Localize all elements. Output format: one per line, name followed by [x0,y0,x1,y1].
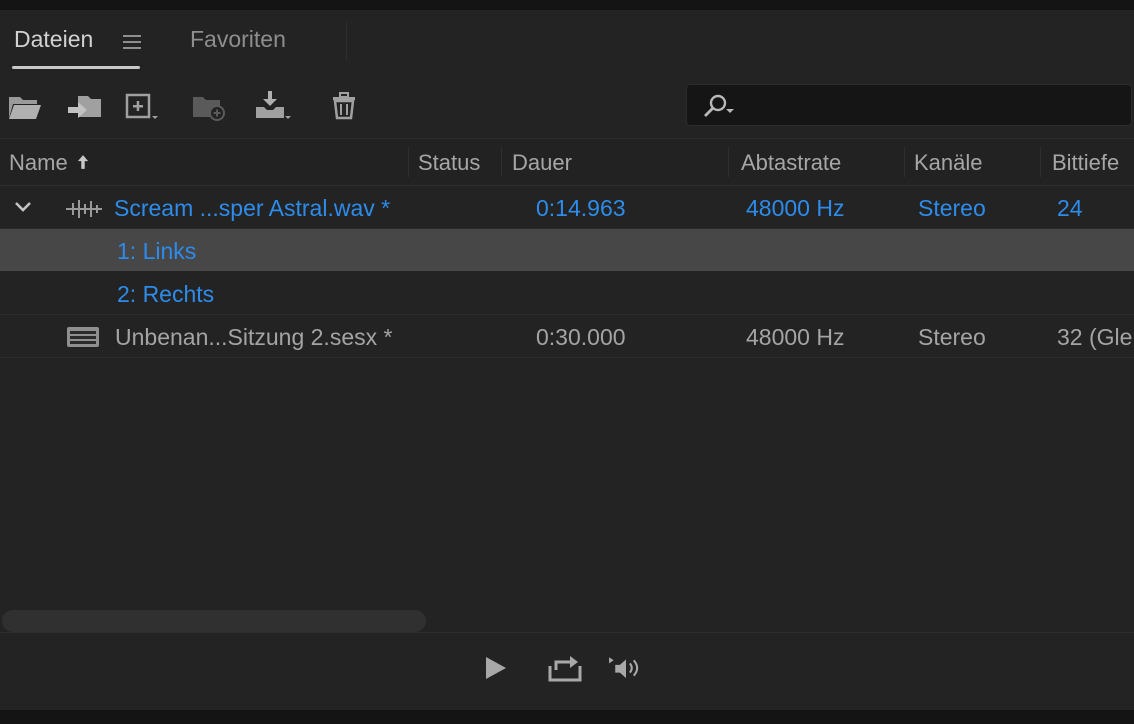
table-row-channel[interactable]: 2: Rechts [0,272,1134,315]
list-bottom-border [0,632,1134,633]
open-folder-icon[interactable] [6,88,44,124]
import-icon[interactable] [66,88,104,124]
file-name: Scream ...sper Astral.wav * [114,195,391,221]
trash-icon[interactable] [326,88,364,124]
column-divider [1040,147,1041,177]
column-divider [904,147,905,177]
panel-menu-icon[interactable] [122,32,142,52]
expand-chevron-icon[interactable] [12,198,34,216]
panel-tabs: Dateien Favoriten [0,10,1134,76]
search-box[interactable] [686,84,1132,126]
tab-dateien[interactable]: Dateien [14,26,93,53]
column-divider [408,147,409,177]
column-divider [501,147,502,177]
table-row-channel[interactable]: 1: Links [0,229,1134,271]
file-sample-rate: 48000 Hz [746,324,845,350]
column-header-kanaele[interactable]: Kanäle [914,150,983,176]
channel-name: 2: Rechts [117,281,215,307]
column-header-abtastrate[interactable]: Abtastrate [741,150,841,176]
active-tab-indicator [12,66,140,69]
horizontal-scrollbar-thumb[interactable] [2,610,426,632]
tab-divider [346,22,347,60]
sort-ascending-icon [77,155,88,169]
table-row-session-file[interactable]: Unbenan...Sitzung 2.sesx * 0:30.000 4800… [0,315,1134,358]
files-panel: Dateien Favoriten Name Status Dauer Abta… [0,10,1134,710]
new-file-icon[interactable] [124,88,162,124]
file-channels: Stereo [918,195,986,221]
export-icon[interactable] [254,88,292,124]
column-header-name[interactable]: Name [9,150,89,176]
file-duration: 0:30.000 [536,324,626,350]
file-channels: Stereo [918,324,986,350]
tab-favoriten[interactable]: Favoriten [190,26,286,53]
insert-folder-icon [190,88,228,124]
column-divider [728,147,729,177]
play-icon[interactable] [476,650,516,686]
file-bit-depth: 32 (Gle [1057,324,1133,350]
column-header-name-label: Name [9,150,68,175]
table-row-audio-file[interactable]: Scream ...sper Astral.wav * 0:14.963 480… [0,186,1134,229]
search-icon[interactable] [701,93,735,119]
file-bit-depth: 24 [1057,195,1083,221]
file-sample-rate: 48000 Hz [746,195,845,221]
column-header-dauer[interactable]: Dauer [512,150,572,176]
column-header-status[interactable]: Status [418,150,480,176]
column-header-bittiefe[interactable]: Bittiefe [1052,150,1119,176]
file-name: Unbenan...Sitzung 2.sesx * [115,324,393,350]
waveform-icon [64,197,104,221]
bottom-strip [0,710,1134,724]
autoplay-volume-icon[interactable] [606,650,646,686]
column-header-row: Name Status Dauer Abtastrate Kanäle Bitt… [0,138,1134,186]
search-input[interactable] [741,91,1125,121]
multitrack-session-icon [66,325,100,349]
channel-name: 1: Links [117,238,197,264]
loop-icon[interactable] [546,650,586,686]
file-duration: 0:14.963 [536,195,626,221]
